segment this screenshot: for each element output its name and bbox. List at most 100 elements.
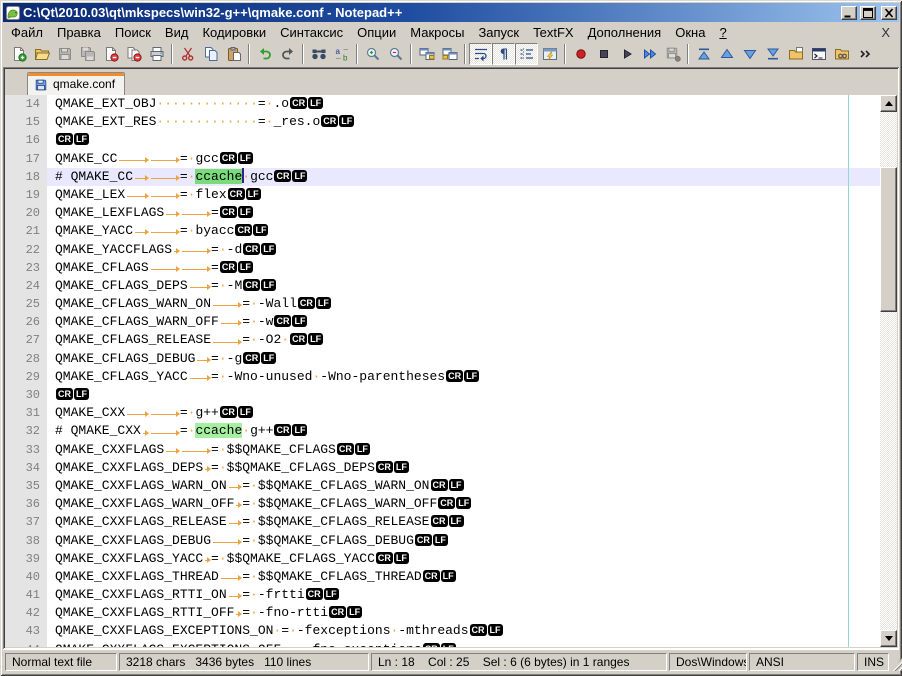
line-content[interactable]: QMAKE_CFLAGS_YACC=·-Wno-unused·-Wno-pare… [53, 368, 880, 386]
menu-item-textfx[interactable]: TextFX [526, 23, 580, 42]
line-number[interactable]: 15 [5, 113, 47, 131]
replace-button[interactable]: ab [330, 43, 353, 65]
line-content[interactable]: CRLF [53, 386, 880, 404]
editor-line[interactable]: 43QMAKE_CXXFLAGS_EXCEPTIONS_ON·=·-fexcep… [5, 622, 880, 640]
line-number[interactable]: 31 [5, 404, 47, 422]
line-number[interactable]: 17 [5, 150, 47, 168]
line-number[interactable]: 14 [5, 95, 47, 113]
macro-playback-button[interactable] [615, 43, 638, 65]
line-content[interactable]: QMAKE_CXXFLAGS_WARN_ON=·$$QMAKE_CFLAGS_W… [53, 477, 880, 495]
scrollbar-thumb[interactable] [880, 167, 897, 312]
cmd-console-button[interactable] [807, 43, 830, 65]
line-number[interactable]: 21 [5, 222, 47, 240]
menu-item-file[interactable]: Файл [4, 23, 50, 42]
editor-line[interactable]: 33QMAKE_CXXFLAGS=·$$QMAKE_CFLAGSCRLF [5, 441, 880, 459]
line-number[interactable]: 39 [5, 550, 47, 568]
title-bar[interactable]: C:\Qt\2010.03\qt\mkspecs\win32-g++\qmake… [3, 3, 899, 22]
editor-line[interactable]: 39 QMAKE_CXXFLAGS_YACC=·$$QMAKE_CFLAGS_YA… [5, 550, 880, 568]
nav-next-button[interactable] [738, 43, 761, 65]
nav-last-button[interactable] [761, 43, 784, 65]
show-indent-guide-button[interactable] [515, 43, 538, 65]
resize-grip[interactable] [891, 653, 902, 671]
line-content[interactable]: QMAKE_CXXFLAGS=·$$QMAKE_CFLAGSCRLF [53, 441, 880, 459]
line-content[interactable]: QMAKE_CFLAGS_WARN_OFF=·-wCRLF [53, 313, 880, 331]
user-define-dialog-button[interactable] [538, 43, 561, 65]
editor-line[interactable]: 35 QMAKE_CXXFLAGS_WARN_ON=·$$QMAKE_CFLAGS… [5, 477, 880, 495]
save-all-button[interactable] [76, 43, 99, 65]
editor-line[interactable]: 31 QMAKE_CXX=·g++CRLF [5, 404, 880, 422]
line-content[interactable]: QMAKE_CFLAGS_RELEASE=·-O2·CRLF [53, 331, 880, 349]
line-number[interactable]: 18 [5, 168, 47, 186]
copy-button[interactable] [199, 43, 222, 65]
line-content[interactable]: # QMAKE_CC=·ccache·gccCRLF [53, 168, 880, 186]
menu-item-view[interactable]: Вид [158, 23, 196, 42]
editor-text-area[interactable]: 14QMAKE_EXT_OBJ·············=·.oCRLF15 QM… [5, 95, 880, 647]
editor-line[interactable]: 19 QMAKE_LEX=·flexCRLF [5, 186, 880, 204]
sync-horizontal-button[interactable] [438, 43, 461, 65]
line-content[interactable]: CRLF [53, 131, 880, 149]
editor-line[interactable]: 15 QMAKE_EXT_RES·············=·_res.oCRLF [5, 113, 880, 131]
editor-line[interactable]: 30 CRLF [5, 386, 880, 404]
editor-line[interactable]: 38QMAKE_CXXFLAGS_DEBUG=·$$QMAKE_CFLAGS_D… [5, 532, 880, 550]
line-number[interactable]: 42 [5, 604, 47, 622]
editor-line[interactable]: 23QMAKE_CFLAGS=CRLF [5, 259, 880, 277]
nav-first-button[interactable] [692, 43, 715, 65]
overflow-chevron-button[interactable] [853, 43, 876, 65]
line-number[interactable]: 19 [5, 186, 47, 204]
line-content[interactable]: QMAKE_EXT_RES·············=·_res.oCRLF [53, 113, 880, 131]
line-content[interactable]: # QMAKE_CXX=·ccache·g++CRLF [53, 422, 880, 440]
save-button[interactable] [53, 43, 76, 65]
macro-stop-button[interactable] [592, 43, 615, 65]
close-file-button[interactable] [99, 43, 122, 65]
editor-line[interactable]: 17 QMAKE_CC=·gccCRLF [5, 150, 880, 168]
editor-line[interactable]: 27QMAKE_CFLAGS_RELEASE=·-O2·CRLF [5, 331, 880, 349]
line-content[interactable]: QMAKE_CFLAGS_WARN_ON=·-WallCRLF [53, 295, 880, 313]
line-content[interactable]: QMAKE_CFLAGS=CRLF [53, 259, 880, 277]
editor[interactable]: 14QMAKE_EXT_OBJ·············=·.oCRLF15 QM… [5, 95, 897, 647]
menu-item-edit[interactable]: Правка [50, 23, 108, 42]
menu-item-encoding[interactable]: Кодировки [195, 23, 273, 42]
editor-line[interactable]: 24QMAKE_CFLAGS_DEPS=·-MCRLF [5, 277, 880, 295]
editor-line[interactable]: 14QMAKE_EXT_OBJ·············=·.oCRLF [5, 95, 880, 113]
line-number[interactable]: 22 [5, 241, 47, 259]
open-file-button[interactable] [30, 43, 53, 65]
line-content[interactable]: QMAKE_CXXFLAGS_YACC=·$$QMAKE_CFLAGS_YACC… [53, 550, 880, 568]
line-content[interactable]: QMAKE_YACCFLAGS=·-dCRLF [53, 241, 880, 259]
line-number[interactable]: 28 [5, 350, 47, 368]
scroll-down-button[interactable] [880, 630, 897, 647]
line-number[interactable]: 30 [5, 386, 47, 404]
editor-line[interactable]: 36 QMAKE_CXXFLAGS_WARN_OFF=·$$QMAKE_CFLAG… [5, 495, 880, 513]
editor-line[interactable]: 22 QMAKE_YACCFLAGS=·-dCRLF [5, 241, 880, 259]
line-number[interactable]: 44 [5, 641, 47, 647]
close-document-button[interactable]: X [872, 25, 899, 40]
line-content[interactable]: QMAKE_YACC=·byaccCRLF [53, 222, 880, 240]
menu-item-help[interactable]: ? [712, 23, 733, 42]
editor-line[interactable]: 42QMAKE_CXXFLAGS_RTTI_OFF=·-fno-rttiCRLF [5, 604, 880, 622]
open-containing-folder-button[interactable] [784, 43, 807, 65]
line-content[interactable]: QMAKE_CXXFLAGS_RTTI_ON=·-frttiCRLF [53, 586, 880, 604]
line-number[interactable]: 25 [5, 295, 47, 313]
line-number[interactable]: 26 [5, 313, 47, 331]
close-all-button[interactable] [122, 43, 145, 65]
line-content[interactable]: QMAKE_CXXFLAGS_WARN_OFF=·$$QMAKE_CFLAGS_… [53, 495, 880, 513]
scroll-up-button[interactable] [880, 95, 897, 112]
line-number[interactable]: 41 [5, 586, 47, 604]
menu-item-settings[interactable]: Опции [350, 23, 403, 42]
new-file-button[interactable] [7, 43, 30, 65]
editor-line[interactable]: 32# QMAKE_CXX=·ccache·g++CRLF [5, 422, 880, 440]
line-number[interactable]: 16 [5, 131, 47, 149]
line-number[interactable]: 40 [5, 568, 47, 586]
cut-button[interactable] [176, 43, 199, 65]
vertical-scrollbar[interactable] [880, 95, 897, 647]
line-content[interactable]: QMAKE_CC=·gccCRLF [53, 150, 880, 168]
editor-line[interactable]: 28QMAKE_CFLAGS_DEBUG=·-gCRLF [5, 350, 880, 368]
paste-button[interactable] [222, 43, 245, 65]
line-number[interactable]: 36 [5, 495, 47, 513]
sync-vertical-button[interactable] [415, 43, 438, 65]
line-number[interactable]: 35 [5, 477, 47, 495]
line-number[interactable]: 29 [5, 368, 47, 386]
line-content[interactable]: QMAKE_LEX=·flexCRLF [53, 186, 880, 204]
line-content[interactable]: QMAKE_CXX=·g++CRLF [53, 404, 880, 422]
menu-item-search[interactable]: Поиск [108, 23, 158, 42]
editor-line[interactable]: 34QMAKE_CXXFLAGS_DEPS=·$$QMAKE_CFLAGS_DE… [5, 459, 880, 477]
